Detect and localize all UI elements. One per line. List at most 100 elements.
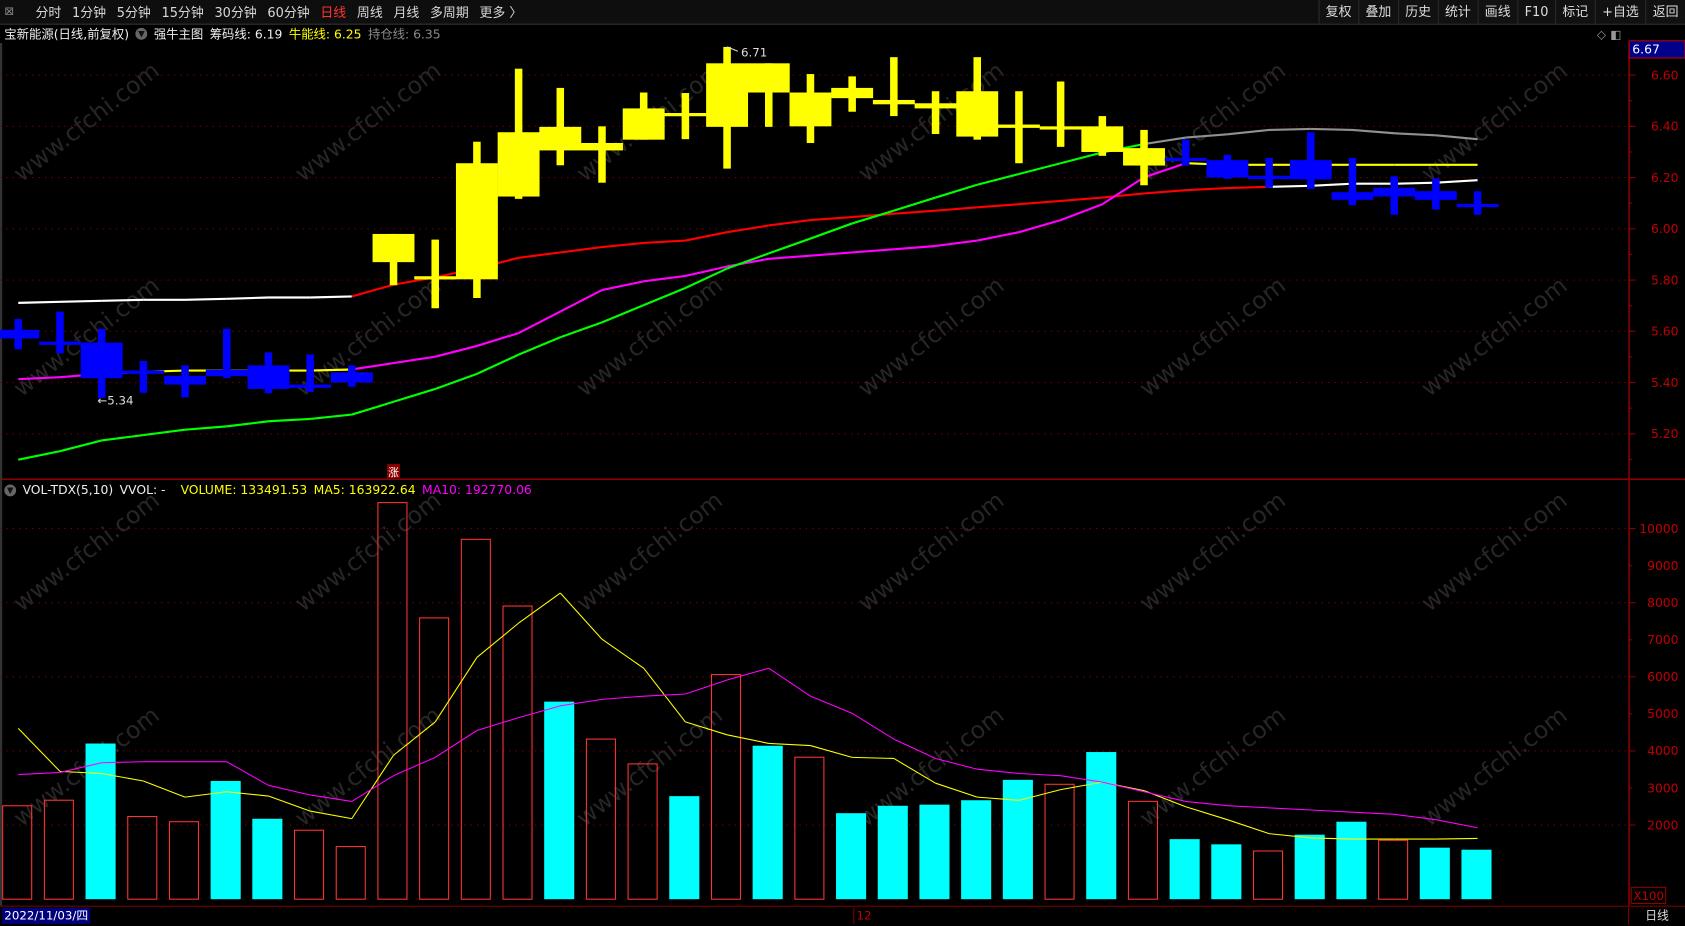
chicang-line-segment	[351, 400, 394, 416]
chicang-line-segment	[434, 372, 478, 390]
chouma-line-segment	[810, 215, 853, 222]
volume-tick-label: 7000	[1647, 633, 1679, 647]
volume-bar-down	[1419, 847, 1450, 900]
chicang-line-segment	[1310, 127, 1353, 131]
niuneng-line-segment	[768, 254, 811, 260]
ma5-line-segment	[852, 756, 894, 759]
ma10-line-segment	[1227, 805, 1270, 809]
volume-tick-label: 10000	[1639, 522, 1678, 536]
chouma-line-segment	[59, 299, 102, 303]
candle-body	[164, 375, 207, 385]
candle-body	[1039, 126, 1082, 130]
niuneng-line-segment	[810, 251, 853, 257]
candle-wick	[931, 91, 940, 135]
candle-body	[247, 365, 290, 389]
watermark-text: www.cfchi.com	[8, 56, 165, 187]
chicang-line-segment	[518, 336, 561, 356]
chicang-line-segment	[143, 428, 186, 437]
ma5-line-segment	[601, 638, 644, 669]
candle-body	[39, 341, 81, 345]
candle-body	[122, 370, 165, 374]
volume-bar-down	[919, 804, 950, 900]
watermark-text: www.cfchi.com	[571, 701, 728, 832]
volume-bar-down	[1336, 821, 1367, 900]
ma10-line-segment	[393, 756, 436, 777]
candle-body	[205, 369, 248, 377]
ma10-line-segment	[476, 717, 519, 732]
chicang-line-segment	[1352, 128, 1395, 135]
chicang-line-segment	[268, 417, 311, 423]
ma10-line-segment	[1269, 807, 1311, 811]
chart-canvas[interactable]: www.cfchi.com www.cfchi.com www.cfchi.com w…	[0, 0, 1685, 906]
ma10-line-segment	[810, 695, 853, 714]
niuneng-line-segment	[518, 310, 561, 335]
price-tick-label: 6.40	[1651, 120, 1679, 134]
chouma-line-segment	[768, 219, 811, 227]
chicang-line-segment	[768, 237, 811, 255]
niuneng-line-segment	[559, 289, 603, 313]
chicang-line-segment	[810, 222, 853, 240]
candle-body	[539, 126, 582, 151]
watermark-text: www.cfchi.com	[289, 56, 446, 187]
candle-wick	[56, 311, 64, 354]
chicang-line-segment	[1018, 162, 1061, 176]
ma5-line-segment	[434, 657, 478, 723]
ma5-line-segment	[1435, 837, 1478, 840]
chouma-line-segment	[351, 283, 394, 298]
chicang-line-segment	[393, 387, 436, 403]
chouma-line-segment	[601, 241, 644, 249]
volume-bar-down	[752, 745, 783, 900]
watermark-text: www.cfchi.com	[853, 271, 1010, 402]
niuneng-line-segment	[1101, 176, 1145, 206]
chicang-line-segment	[1269, 127, 1311, 131]
chouma-line-segment	[101, 298, 144, 302]
chouma-line-segment	[1018, 199, 1061, 206]
chouma-line-segment	[185, 297, 227, 301]
chouma-line-segment	[1143, 189, 1186, 195]
candle-body	[414, 276, 457, 280]
ma10-line-segment	[685, 679, 728, 695]
chouma-line-segment	[1394, 181, 1436, 185]
niuneng-line-segment	[393, 355, 436, 365]
chouma-line-segment	[1227, 185, 1270, 190]
chouma-line-segment	[1185, 187, 1228, 192]
candle-body	[330, 372, 373, 383]
niuneng-line-segment	[476, 332, 519, 347]
watermark-text: www.cfchi.com	[289, 701, 446, 832]
volume-bar-down	[1169, 839, 1200, 900]
candle-body	[664, 113, 707, 117]
watermark-text: www.cfchi.com	[571, 486, 728, 617]
volume-bar-up	[43, 799, 74, 900]
niuneng-line-segment	[434, 344, 478, 358]
signal-marker-label: 涨	[388, 466, 399, 479]
candle-body	[1248, 175, 1291, 180]
ma10-line-segment	[1185, 800, 1228, 807]
ma10-line-segment	[601, 695, 644, 700]
volume-bar-up	[1044, 783, 1075, 900]
ma10-line-segment	[434, 730, 478, 758]
watermark-text: www.cfchi.com	[8, 486, 165, 617]
niuneng-line-segment	[351, 362, 394, 371]
ma10-line-segment	[1310, 809, 1353, 813]
niuneng-line-segment	[935, 239, 978, 248]
candle-wick	[1181, 139, 1190, 166]
ma5-line-segment	[476, 622, 519, 658]
ma5-line-segment	[1185, 806, 1228, 821]
candle-body	[622, 108, 665, 140]
chicang-line-segment	[226, 420, 269, 428]
niuneng-line-segment	[852, 248, 894, 254]
candle-body	[747, 63, 790, 93]
chouma-line-segment	[226, 296, 269, 300]
volume-bar-up	[1378, 839, 1409, 900]
period-label: 日线	[1628, 906, 1685, 925]
volume-bar-down	[877, 805, 908, 900]
niuneng-line-segment	[1060, 203, 1103, 222]
chouma-line-segment	[560, 245, 603, 254]
candle-wick	[1056, 81, 1065, 147]
low-price-annotation: ←5.34	[97, 393, 133, 407]
date-axis-bar: 2022/11/03/四 12 日线	[0, 905, 1685, 926]
niuneng-line-segment	[893, 244, 936, 251]
volume-bar-up	[1252, 850, 1284, 900]
watermark-text: www.cfchi.com	[1416, 486, 1573, 617]
volume-bar-down	[1461, 849, 1492, 900]
